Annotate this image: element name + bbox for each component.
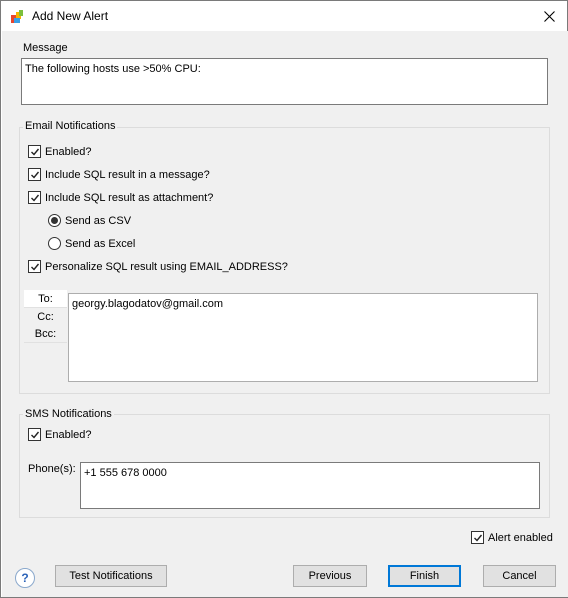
include-sql-message-checkbox[interactable]: Include SQL result in a message?	[28, 168, 210, 181]
tab-to[interactable]: To:	[24, 290, 67, 308]
alert-enabled-label: Alert enabled	[488, 531, 553, 544]
recipients-input[interactable]: georgy.blagodatov@gmail.com	[68, 293, 538, 382]
tab-cc-label: Cc:	[37, 310, 54, 323]
title-bar: Add New Alert	[1, 1, 567, 31]
checkmark-icon	[30, 431, 39, 439]
checkmark-icon	[473, 534, 482, 542]
add-new-alert-dialog: Add New Alert Message The following host…	[0, 0, 568, 598]
dialog-body: Message The following hosts use >50% CPU…	[2, 31, 568, 597]
cancel-button[interactable]: Cancel	[483, 565, 556, 587]
send-as-excel-radio[interactable]: Send as Excel	[48, 237, 135, 250]
finish-button[interactable]: Finish	[388, 565, 461, 587]
test-notifications-button[interactable]: Test Notifications	[55, 565, 167, 587]
message-input[interactable]: The following hosts use >50% CPU:	[21, 58, 548, 105]
message-label: Message	[23, 42, 68, 54]
previous-button[interactable]: Previous	[293, 565, 367, 587]
email-notifications-caption: Email Notifications	[23, 120, 118, 132]
email-enabled-label: Enabled?	[45, 145, 92, 158]
email-enabled-checkbox[interactable]: Enabled?	[28, 145, 92, 158]
checkmark-icon	[30, 263, 39, 271]
tab-cc[interactable]: Cc:	[24, 308, 67, 326]
tab-bcc-label: Bcc:	[34, 327, 57, 340]
checkmark-icon	[30, 194, 39, 202]
checkmark-icon	[30, 148, 39, 156]
include-sql-attachment-label: Include SQL result as attachment?	[45, 191, 214, 204]
help-icon[interactable]: ?	[15, 568, 35, 588]
send-as-excel-label: Send as Excel	[65, 237, 136, 250]
sms-enabled-label: Enabled?	[45, 428, 92, 441]
personalize-sql-checkbox[interactable]: Personalize SQL result using EMAIL_ADDRE…	[28, 260, 288, 273]
phones-input[interactable]: +1 555 678 0000	[80, 462, 540, 509]
finish-label: Finish	[409, 570, 440, 582]
alert-enabled-checkbox[interactable]: Alert enabled	[471, 531, 553, 544]
tab-bcc[interactable]: Bcc:	[24, 325, 67, 343]
cancel-label: Cancel	[502, 570, 537, 582]
app-logo-icon	[10, 9, 25, 24]
sms-notifications-caption: SMS Notifications	[23, 408, 114, 420]
phones-label: Phone(s):	[28, 463, 76, 475]
close-icon	[543, 10, 555, 22]
previous-label: Previous	[308, 570, 352, 582]
tab-to-label: To:	[38, 292, 53, 305]
personalize-sql-label: Personalize SQL result using EMAIL_ADDRE…	[45, 260, 288, 273]
close-button[interactable]	[531, 1, 567, 31]
window-title: Add New Alert	[32, 9, 109, 23]
send-as-csv-radio[interactable]: Send as CSV	[48, 214, 131, 227]
checkmark-icon	[30, 171, 39, 179]
sms-enabled-checkbox[interactable]: Enabled?	[28, 428, 92, 441]
send-as-csv-label: Send as CSV	[65, 214, 132, 227]
include-sql-message-label: Include SQL result in a message?	[45, 168, 210, 181]
include-sql-attachment-checkbox[interactable]: Include SQL result as attachment?	[28, 191, 213, 204]
test-notifications-label: Test Notifications	[69, 570, 153, 582]
